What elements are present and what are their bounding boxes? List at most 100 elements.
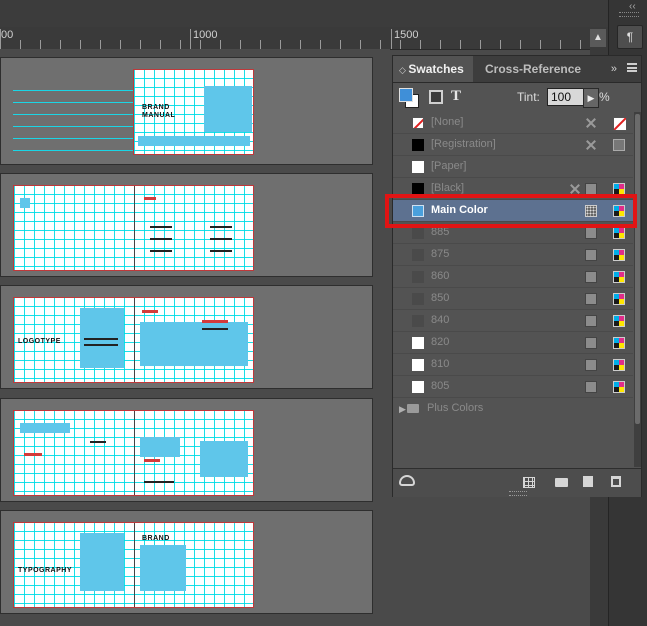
collapse-dock-icon[interactable]: ‹‹ — [629, 1, 636, 12]
spread-row-2[interactable] — [0, 173, 373, 277]
swatch-row[interactable]: [Registration] — [393, 134, 633, 156]
panel-menu-icon[interactable] — [627, 63, 637, 72]
swatch-name: 850 — [431, 292, 450, 304]
dock-grip[interactable] — [619, 12, 639, 17]
ruler-minor-tick — [360, 40, 361, 49]
swatch-name: 885 — [431, 226, 450, 238]
swatch-row[interactable]: 810 — [393, 354, 633, 376]
cmyk-icon — [613, 337, 625, 349]
tab-label: Swatches — [408, 62, 464, 76]
swatch-row[interactable]: [Paper] — [393, 156, 633, 178]
paragraph-panel-button[interactable]: ¶ — [617, 25, 643, 49]
cmyk-icon — [613, 315, 625, 327]
spread-thumbnail[interactable]: TYPOGRAPHY BRAND — [13, 522, 254, 608]
swatch-list-scrollbar[interactable] — [634, 112, 641, 467]
thumb-redbar — [24, 453, 42, 456]
swatch-chip — [412, 205, 424, 217]
no-edit-icon — [585, 139, 597, 151]
swatch-row[interactable]: 885 — [393, 222, 633, 244]
process-color-icon — [585, 183, 597, 195]
swatch-row[interactable]: 820 — [393, 332, 633, 354]
delete-swatch-icon[interactable] — [611, 476, 621, 487]
process-color-icon — [585, 381, 597, 393]
thumb-text — [150, 226, 172, 228]
none-mode-icon — [613, 117, 627, 131]
thumb-redbar — [144, 459, 160, 462]
expand-triangle-icon[interactable]: ▶ — [399, 404, 406, 415]
thumb-fill — [140, 437, 180, 457]
horizontal-ruler[interactable]: 00 1000 1500 — [0, 27, 608, 50]
spread-row-3[interactable]: LOGOTYPE — [0, 285, 373, 389]
more-tabs-icon[interactable]: » — [611, 56, 617, 82]
ruler-minor-tick — [480, 40, 481, 49]
swatch-row[interactable]: 860 — [393, 266, 633, 288]
thumb-title: LOGOTYPE — [18, 338, 61, 345]
tint-slider-button[interactable]: ▶ — [583, 88, 599, 108]
swatch-name: 840 — [431, 314, 450, 326]
page-thumbnail[interactable]: BRAND MANUAL — [133, 69, 254, 155]
cloud-library-icon[interactable] — [399, 475, 415, 486]
swatch-row[interactable]: 840 — [393, 310, 633, 332]
cmyk-icon — [613, 271, 625, 283]
tint-input[interactable]: 100 — [547, 88, 584, 106]
swatch-row[interactable]: 805 — [393, 376, 633, 398]
thumb-redbar — [144, 197, 156, 200]
ruler-minor-tick — [540, 40, 541, 49]
tab-label: Cross-Reference — [485, 62, 582, 76]
spread-thumbnail[interactable] — [13, 185, 254, 271]
ruler-minor-tick — [60, 40, 61, 49]
swatch-row[interactable]: [Black] — [393, 178, 633, 200]
new-swatch-icon[interactable] — [583, 476, 593, 487]
ruler-mark: 00 — [1, 29, 14, 41]
ruler-minor-tick — [40, 40, 41, 49]
ruler-minor-tick — [340, 40, 341, 49]
scrollbar-thumb[interactable] — [635, 114, 640, 424]
pages-area[interactable]: BRAND MANUAL LOGOTYPE TYPOGRAPHY BRAND — [0, 49, 390, 626]
spread-row-5[interactable]: TYPOGRAPHY BRAND — [0, 510, 373, 614]
swatch-row-main-color[interactable]: Main Color — [393, 200, 633, 222]
ruler-minor-tick — [160, 40, 161, 49]
process-color-icon — [585, 337, 597, 349]
swatch-row[interactable]: 850 — [393, 288, 633, 310]
ruler-minor-tick — [380, 40, 381, 49]
cmyk-icon — [613, 359, 625, 371]
swatch-group-plus-colors[interactable]: ▶ Plus Colors — [393, 398, 633, 420]
tab-cross-reference[interactable]: Cross-Reference — [479, 56, 589, 82]
thumb-title: MANUAL — [142, 112, 176, 119]
swatch-name: Main Color — [431, 204, 488, 216]
ruler-minor-tick — [400, 40, 401, 49]
ruler-scroll-up-button[interactable]: ▲ — [590, 29, 606, 47]
swatch-chip — [412, 139, 424, 151]
ruler-minor-tick — [440, 40, 441, 49]
new-color-group-icon[interactable] — [555, 478, 568, 487]
thumb-text — [202, 328, 228, 330]
process-color-icon — [585, 359, 597, 371]
spread-spine — [133, 523, 135, 607]
panel-tabs: ◇ Swatches Cross-Reference » — [393, 56, 641, 83]
spread-thumbnail[interactable]: LOGOTYPE — [13, 297, 254, 383]
formatting-text-icon[interactable]: T — [451, 88, 461, 105]
swatch-view-icon[interactable] — [523, 477, 535, 488]
thumb-redbar — [202, 320, 228, 323]
swatch-chip — [412, 315, 424, 327]
spread-thumbnail[interactable] — [13, 410, 254, 496]
swatch-row[interactable]: [None] — [393, 112, 633, 134]
ruler-minor-tick — [420, 40, 421, 49]
panel-resize-grip[interactable] — [509, 491, 527, 496]
no-edit-icon — [585, 117, 597, 129]
swatch-row[interactable]: 875 — [393, 244, 633, 266]
ruler-minor-tick — [220, 40, 221, 49]
thumb-title: BRAND — [142, 104, 170, 111]
fill-stroke-icon[interactable] — [399, 88, 419, 108]
spread-row-4[interactable] — [0, 398, 373, 502]
tab-swatches[interactable]: ◇ Swatches — [393, 56, 473, 82]
thumb-text — [150, 250, 172, 252]
swatch-chip — [412, 381, 424, 393]
swatch-chip — [412, 161, 424, 173]
spread-row-1[interactable]: BRAND MANUAL — [0, 57, 373, 165]
ruler-minor-tick — [200, 40, 201, 49]
collapse-tab-icon: ◇ — [399, 65, 409, 75]
top-bar — [0, 0, 608, 27]
formatting-container-icon[interactable] — [429, 90, 443, 104]
cmyk-icon — [613, 205, 625, 217]
